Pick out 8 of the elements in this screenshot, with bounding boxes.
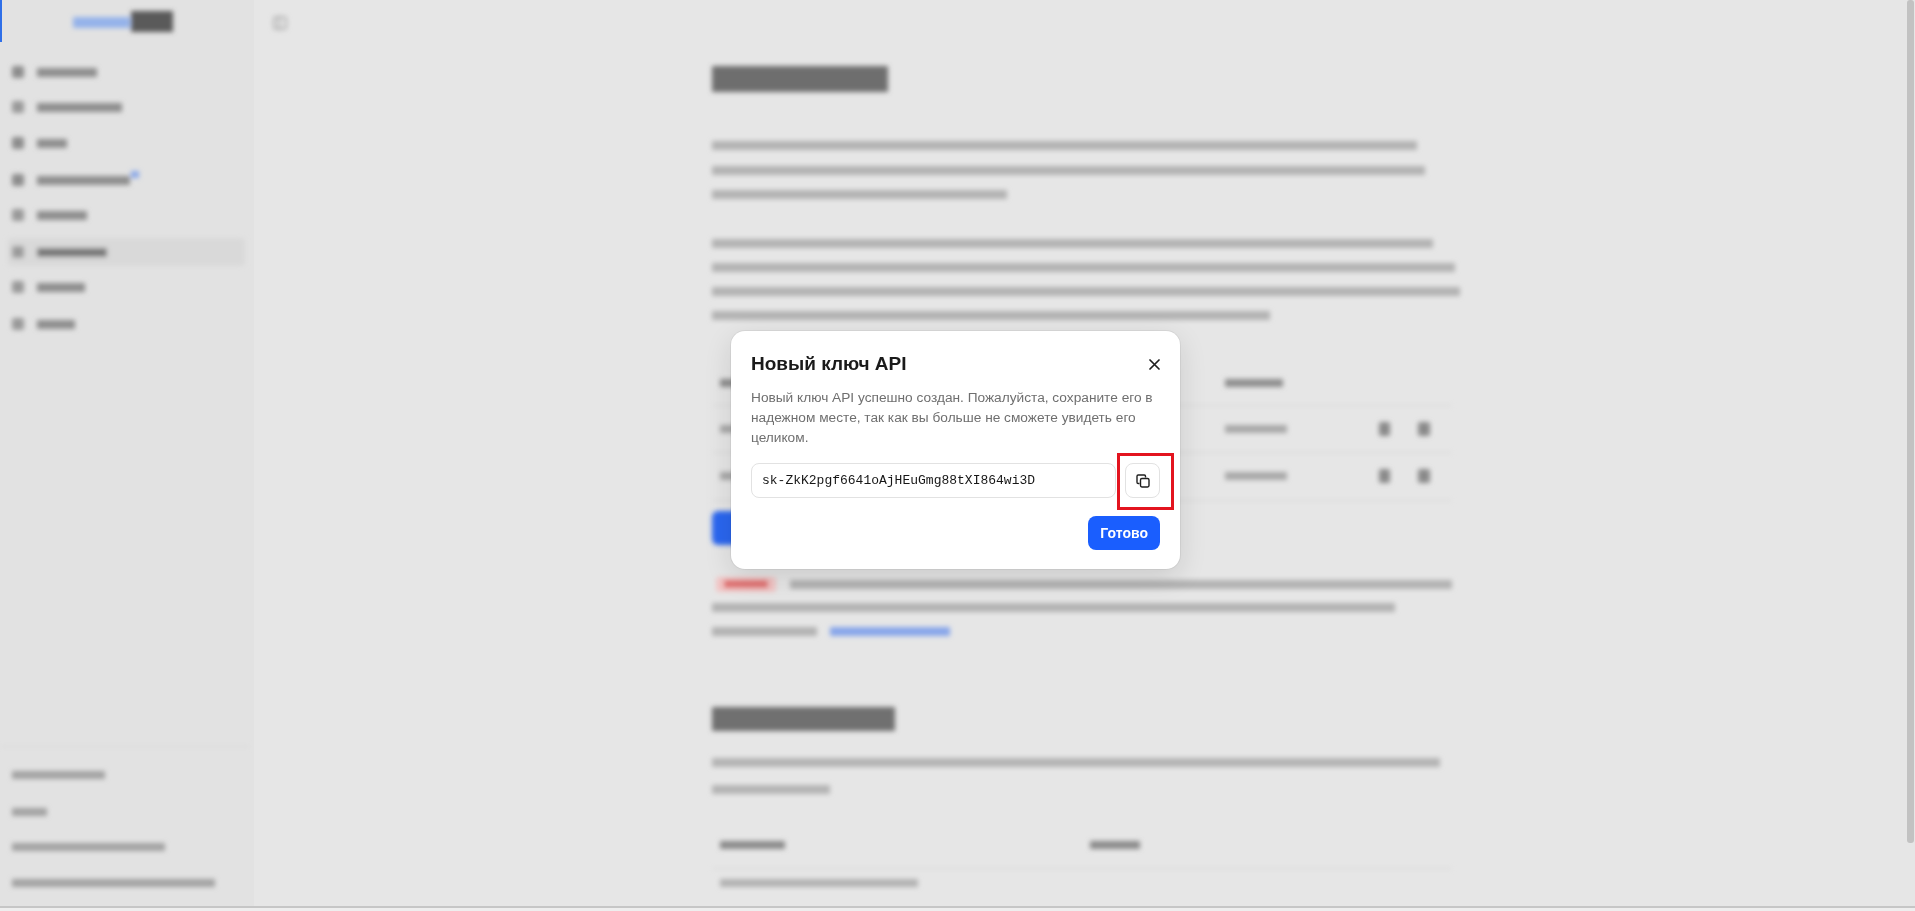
- api-key-field[interactable]: sk-ZkK2pgf6641oAjHEuGmg88tXI864wi3D: [751, 463, 1116, 498]
- close-icon: [1148, 358, 1160, 370]
- copy-button[interactable]: [1125, 463, 1160, 498]
- dialog-message: Новый ключ API успешно создан. Пожалуйста, сохраните его в надежном месте, так как вы больше не сможете увидеть его целиком.: [751, 389, 1154, 447]
- copy-icon: [1135, 473, 1150, 488]
- scrollbar-thumb[interactable]: [1907, 0, 1914, 843]
- dialog-title: Новый ключ API: [751, 352, 907, 376]
- done-button[interactable]: Готово: [1088, 516, 1160, 550]
